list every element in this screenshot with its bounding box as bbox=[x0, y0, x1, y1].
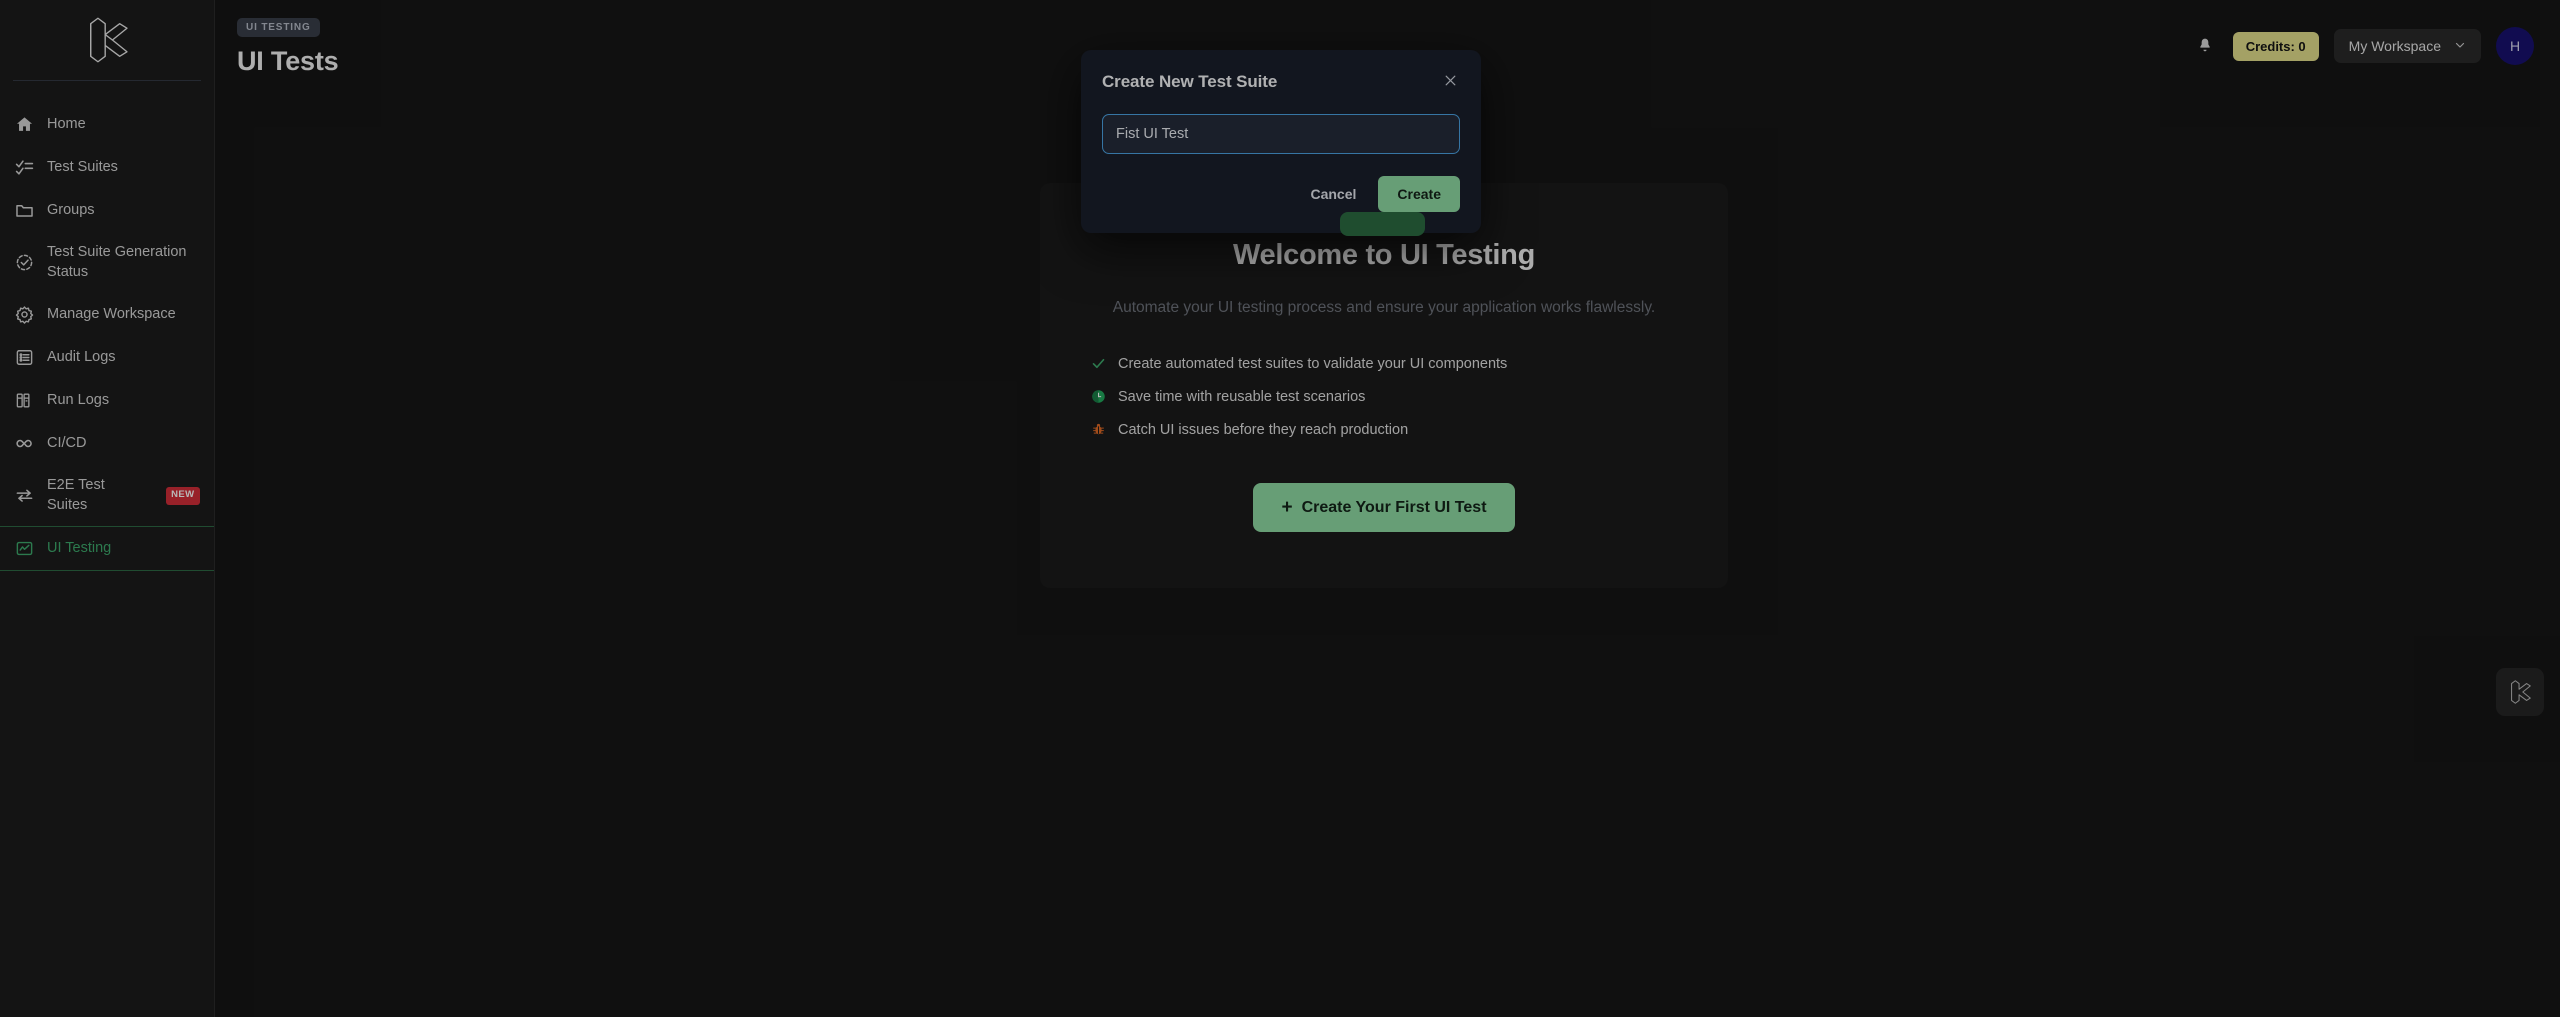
modal-overlay[interactable] bbox=[0, 0, 2560, 1017]
app-root: Home Test Suites Groups Test Suite Gener… bbox=[0, 0, 2560, 1017]
